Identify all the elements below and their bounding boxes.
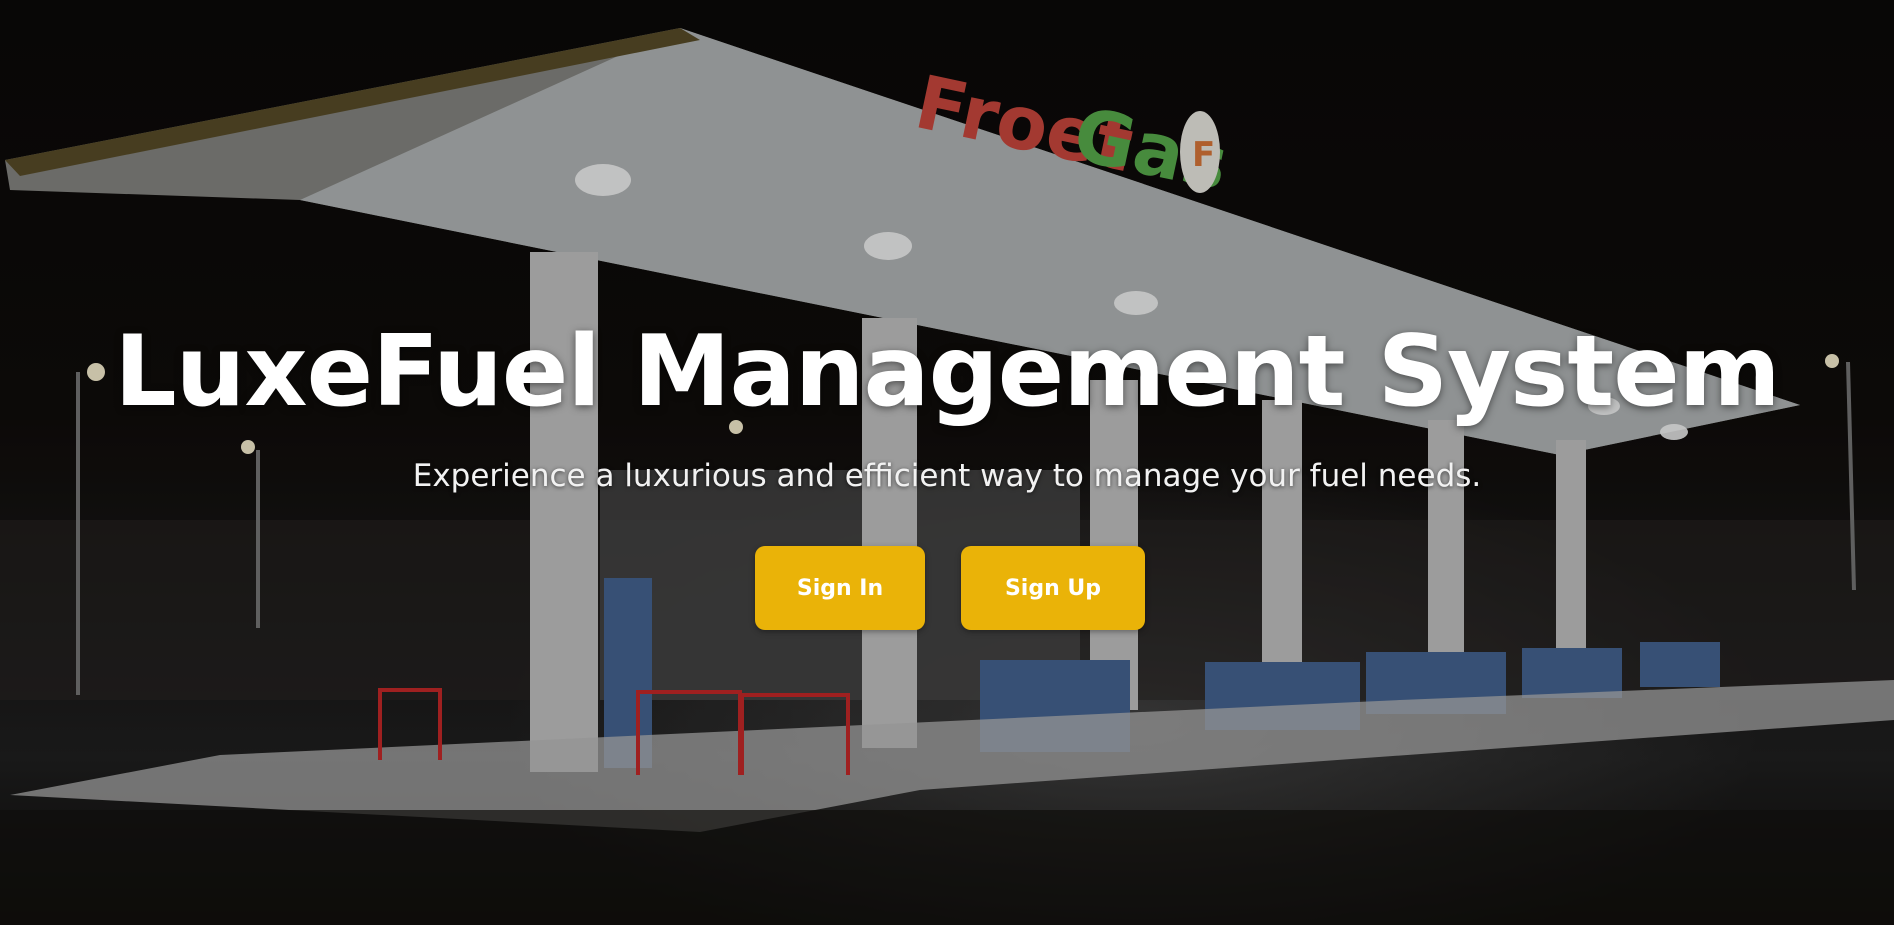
sign-up-button[interactable]: Sign Up <box>961 546 1145 630</box>
auth-actions: Sign In Sign Up <box>755 546 1145 630</box>
sign-in-button[interactable]: Sign In <box>755 546 925 630</box>
hero-subtitle: Experience a luxurious and efficient way… <box>412 458 1482 494</box>
hero-section: Froet Gas F LuxeFuel Management System E… <box>0 0 1894 925</box>
page-title: LuxeFuel Management System <box>114 315 1781 429</box>
hero-content: LuxeFuel Management System Experience a … <box>0 0 1894 925</box>
